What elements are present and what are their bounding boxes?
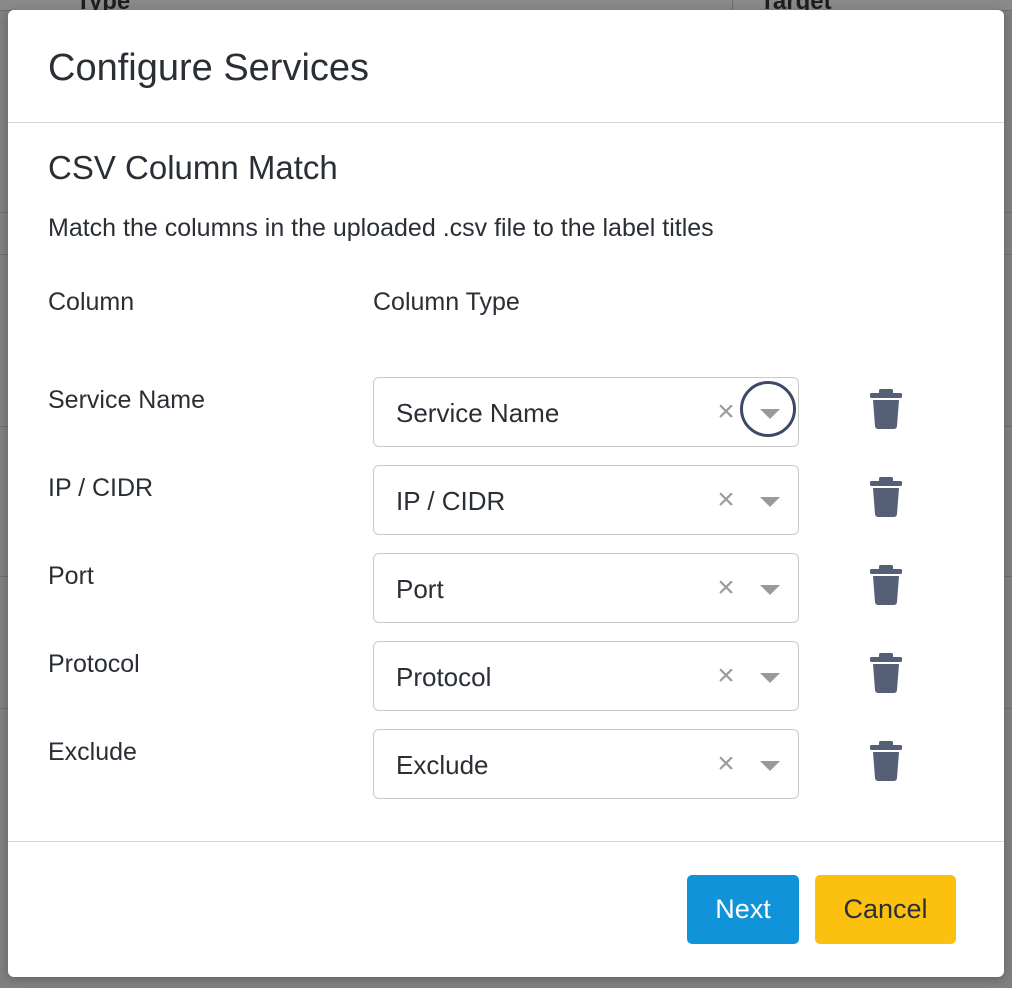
- modal-header: Configure Services: [8, 10, 1004, 123]
- row-label-exclude: Exclude: [48, 738, 137, 766]
- trash-icon[interactable]: [870, 653, 902, 693]
- select-value: Exclude: [396, 750, 489, 780]
- section-title: CSV Column Match: [48, 149, 338, 186]
- row-label-service-name: Service Name: [48, 386, 205, 414]
- close-icon[interactable]: ×: [712, 748, 740, 780]
- select-value: Port: [396, 574, 444, 604]
- next-button[interactable]: Next: [687, 875, 799, 944]
- trash-icon[interactable]: [870, 477, 902, 517]
- configure-services-modal: Configure Services CSV Column Match Matc…: [8, 10, 1004, 977]
- chevron-down-icon[interactable]: [760, 761, 780, 771]
- close-icon[interactable]: ×: [712, 660, 740, 692]
- column-type-select-service-name[interactable]: Service Name ×: [373, 377, 799, 447]
- column-type-header: Column Type: [373, 288, 520, 316]
- chevron-down-icon[interactable]: [760, 673, 780, 683]
- trash-icon[interactable]: [870, 565, 902, 605]
- background-divider: [732, 0, 733, 10]
- row-label-port: Port: [48, 562, 94, 590]
- column-type-select-exclude[interactable]: Exclude ×: [373, 729, 799, 799]
- modal-title: Configure Services: [48, 47, 370, 89]
- close-icon[interactable]: ×: [712, 396, 740, 428]
- cancel-button[interactable]: Cancel: [815, 875, 956, 944]
- chevron-down-icon[interactable]: [760, 497, 780, 507]
- close-icon[interactable]: ×: [712, 484, 740, 516]
- close-icon[interactable]: ×: [712, 572, 740, 604]
- select-value: Protocol: [396, 662, 492, 692]
- column-header: Column: [48, 288, 135, 316]
- column-type-select-ip-cidr[interactable]: IP / CIDR ×: [373, 465, 799, 535]
- select-value: Service Name: [396, 398, 560, 428]
- column-type-select-port[interactable]: Port ×: [373, 553, 799, 623]
- trash-icon[interactable]: [870, 741, 902, 781]
- section-description: Match the columns in the uploaded .csv f…: [48, 214, 714, 242]
- trash-icon[interactable]: [870, 389, 902, 429]
- column-type-select-protocol[interactable]: Protocol ×: [373, 641, 799, 711]
- focus-indicator: [740, 381, 796, 437]
- chevron-down-icon[interactable]: [760, 585, 780, 595]
- select-value: IP / CIDR: [396, 486, 506, 516]
- row-label-ip-cidr: IP / CIDR: [48, 474, 154, 502]
- row-label-protocol: Protocol: [48, 650, 140, 678]
